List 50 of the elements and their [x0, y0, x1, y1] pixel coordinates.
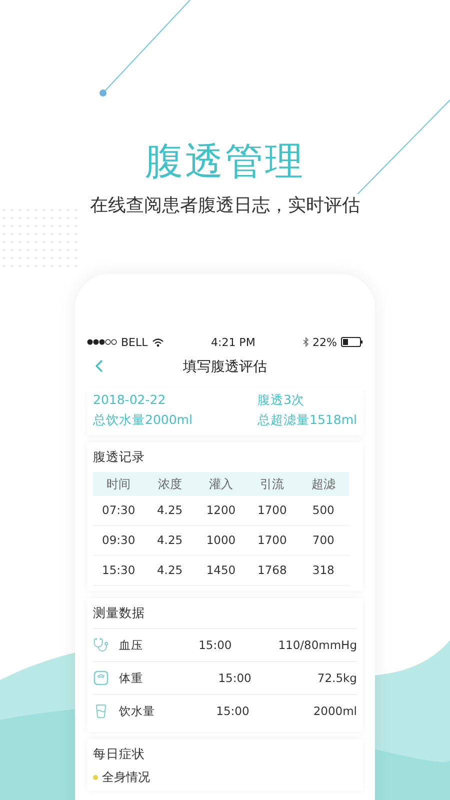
measurement-name: 血压 — [119, 638, 144, 652]
wifi-icon — [152, 338, 164, 346]
measurement-value: 72.5kg — [317, 671, 357, 685]
table-cell: 4.25 — [144, 556, 196, 586]
table-cell: 1700 — [246, 496, 298, 526]
table-cell: 1700 — [246, 526, 298, 556]
battery-percent: 22% — [312, 336, 337, 348]
section-title: 每日症状 — [93, 746, 146, 763]
measurement-time: 15:00 — [216, 704, 250, 718]
signal-icon — [87, 339, 117, 345]
table-cell: 318 — [298, 556, 349, 586]
table-cell: 1450 — [195, 556, 247, 586]
total-water: 总饮水量2000ml — [93, 412, 194, 429]
measurement-name: 体重 — [119, 670, 144, 686]
column-header: 引流 — [246, 472, 298, 496]
page-title: 填写腹透评估 — [183, 358, 267, 376]
section-title: 腹透记录 — [93, 449, 146, 466]
table-cell: 1200 — [195, 496, 247, 526]
status-time: 4:21 PM — [210, 336, 256, 348]
column-header: 灌入 — [195, 472, 247, 496]
column-header: 时间 — [93, 472, 144, 496]
table-cell: 1768 — [246, 556, 298, 586]
measurement-name: 饮水量 — [119, 704, 156, 718]
table-cell: 1000 — [195, 526, 247, 556]
hero-title: 腹透管理 — [145, 138, 305, 184]
scale-icon — [93, 670, 109, 686]
bullet-dot — [93, 775, 98, 780]
table-cell: 4.25 — [144, 496, 196, 526]
symptom-label: 全身情况 — [102, 769, 150, 786]
bluetooth-icon — [302, 337, 309, 347]
measurement-value: 2000ml — [313, 704, 357, 718]
cup-icon — [93, 703, 109, 719]
session-count: 腹透3次 — [258, 392, 306, 409]
measurement-time: 15:00 — [218, 671, 252, 685]
carrier-name: BELL — [121, 336, 148, 348]
table-cell: 07:30 — [93, 496, 144, 526]
record-date: 2018-02-22 — [93, 392, 167, 409]
total-ultrafiltration: 总超滤量1518ml — [258, 412, 357, 429]
table-cell: 4.25 — [144, 526, 196, 556]
stethoscope-icon — [93, 637, 109, 653]
measurement-time: 15:00 — [198, 638, 233, 652]
table-cell: 15:30 — [93, 556, 144, 586]
table-cell: 09:30 — [93, 526, 144, 556]
section-title: 测量数据 — [93, 605, 146, 622]
column-header: 超滤 — [298, 472, 349, 496]
battery-icon — [340, 337, 363, 347]
table-cell: 500 — [298, 496, 349, 526]
measurement-value: 110/80mmHg — [278, 638, 357, 652]
column-header: 浓度 — [144, 472, 196, 496]
table-cell: 700 — [298, 526, 349, 556]
